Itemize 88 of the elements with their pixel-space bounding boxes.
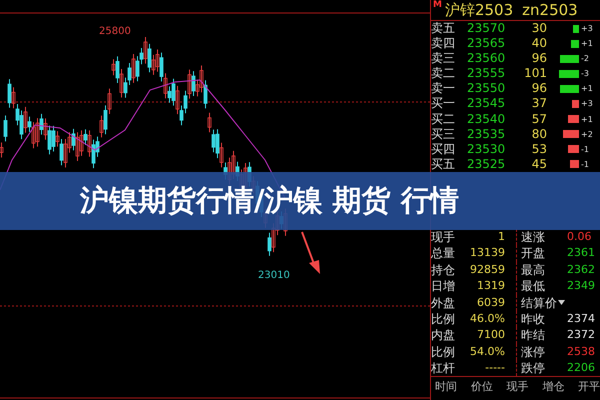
order-label: 买一 (431, 96, 456, 112)
order-price: 23530 (466, 142, 506, 157)
volume-change: -1 (581, 144, 590, 156)
stat-label: 总量 (431, 245, 456, 262)
order-volume: 101 (523, 66, 547, 82)
stat-value: 54.0% (469, 344, 505, 360)
stat-value: 2206 (567, 360, 596, 376)
order-label: 买五 (431, 156, 456, 172)
stat-label: 日增 (431, 278, 456, 295)
volume-change: +1 (581, 83, 594, 96)
stat-value: 0.06 (567, 228, 592, 245)
high-price-label: 25800 (99, 26, 131, 37)
order-volume: 40 (530, 36, 547, 52)
stat-value: 2374 (567, 310, 596, 327)
stat-label: 内盘 (431, 327, 456, 344)
order-label: 买四 (431, 142, 456, 157)
stat-label: 结算价 (521, 294, 557, 311)
order-volume: 30 (530, 21, 547, 36)
volume-change: -1 (581, 158, 590, 171)
column-header: 开平 (578, 379, 600, 396)
order-volume: 57 (530, 112, 547, 127)
volume-change: -3 (581, 68, 590, 80)
stat-value: 1319 (476, 278, 505, 294)
arrow (301, 232, 320, 274)
order-price: 23550 (466, 81, 506, 96)
stat-label: 最低 (521, 278, 545, 295)
stat-value: 13139 (469, 245, 505, 262)
volume-change: +3 (581, 23, 594, 35)
stat-label: 持仓 (431, 262, 456, 278)
order-label: 买二 (431, 112, 456, 127)
order-label: 买三 (431, 126, 456, 142)
order-price: 23555 (466, 66, 506, 82)
stat-label: 速涨 (521, 228, 545, 246)
stat-label: 比例 (431, 310, 456, 328)
stat-value: 92859 (469, 262, 505, 278)
contract-name: 沪锌2503 (444, 0, 514, 20)
stat-label: 跌停 (521, 360, 545, 376)
stat-label: 外盘 (431, 294, 456, 311)
order-volume: 96 (530, 81, 547, 96)
volume-change: +2 (581, 128, 594, 141)
order-price: 23545 (466, 96, 506, 112)
order-price: 23540 (466, 112, 506, 127)
order-price: 23535 (466, 126, 506, 142)
stat-value: 2372 (567, 327, 596, 344)
stat-value: 2349 (567, 278, 596, 294)
contract-code: zn2503 (522, 1, 578, 19)
order-volume: 80 (530, 126, 547, 142)
market-letter: M (433, 0, 442, 10)
order-volume: 37 (530, 96, 547, 112)
stat-label: 比例 (431, 344, 456, 360)
volume-change: +3 (581, 98, 594, 110)
order-price: 23570 (466, 21, 506, 36)
order-label: 卖一 (431, 81, 456, 96)
stat-label: 昨收 (521, 310, 545, 328)
order-label: 卖二 (431, 66, 456, 82)
column-header: 现手 (506, 379, 528, 396)
order-label: 卖三 (431, 51, 456, 66)
order-volume: 45 (530, 156, 547, 172)
volume-change: -2 (581, 53, 590, 66)
stat-label: 昨结 (521, 327, 545, 344)
stat-value: 46.0% (469, 310, 505, 327)
low-price-label: 23010 (258, 270, 290, 281)
column-header: 时间 (435, 379, 457, 396)
order-price: 23560 (466, 51, 506, 66)
stat-label: 最高 (521, 262, 545, 278)
order-volume: 53 (530, 142, 547, 157)
volume-change: +1 (581, 38, 594, 50)
column-header: 增仓 (542, 379, 564, 396)
order-volume: 96 (530, 51, 547, 66)
banner-title: 沪镍期货行情/沪镍 期货 行情 (80, 182, 459, 219)
stat-label: 现手 (431, 228, 456, 246)
stat-label: 涨停 (521, 344, 545, 360)
stat-label: 开盘 (521, 245, 545, 262)
stat-label: 杠杆 (431, 360, 456, 376)
stat-value: 2538 (567, 344, 596, 360)
volume-change: +1 (581, 114, 594, 126)
stat-value: 2361 (567, 245, 596, 262)
stat-value: 2362 (567, 262, 596, 278)
stat-value: 1 (497, 228, 505, 245)
order-price: 23565 (466, 36, 506, 52)
column-header: 价位 (470, 379, 493, 396)
caret-icon[interactable] (558, 300, 565, 306)
stat-value: 6039 (476, 294, 505, 310)
stat-value: ----- (484, 360, 505, 376)
order-label: 卖五 (431, 21, 456, 36)
stat-value: 7100 (476, 327, 505, 344)
order-price: 23525 (466, 156, 506, 172)
order-label: 卖四 (431, 36, 456, 52)
